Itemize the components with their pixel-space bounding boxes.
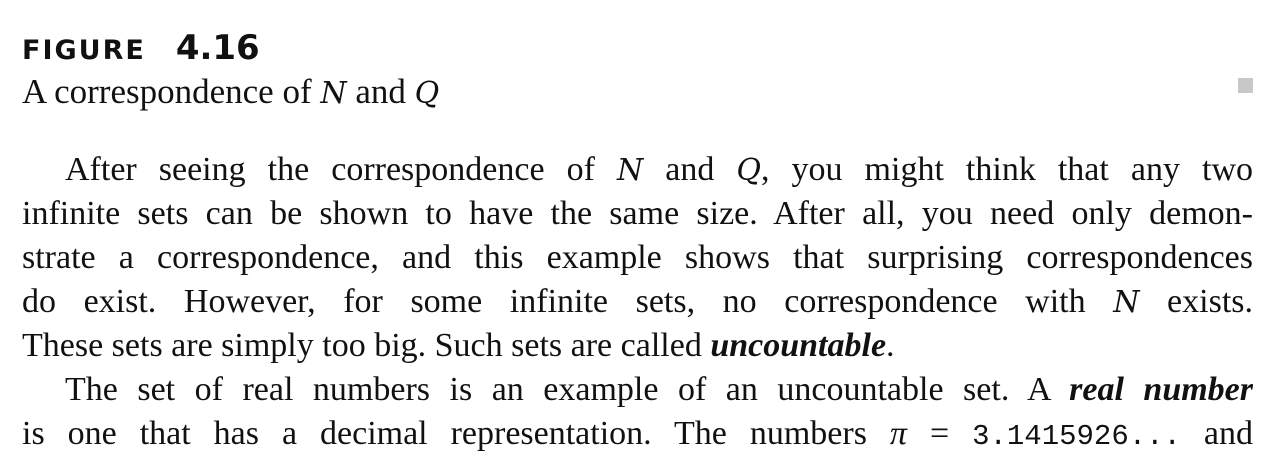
set-n-symbol: N (1113, 285, 1140, 320)
paragraph-line: infinite sets can be shown to have the s… (22, 195, 1253, 232)
pi-symbol: π (889, 415, 907, 452)
set-n-symbol: N (616, 153, 644, 188)
set-q-symbol: Q (736, 153, 761, 188)
paragraph-line: These sets are simply too big. Such sets… (22, 324, 1253, 368)
text-run: These sets are simply too big. Such sets… (22, 327, 711, 364)
text-run: is one that has a decimal representation… (22, 415, 890, 452)
set-n-symbol: N (320, 76, 347, 111)
text-run: , you might think that any two (760, 151, 1253, 188)
text-run: exists. (1139, 283, 1253, 320)
set-q-symbol: Q (414, 76, 440, 111)
body-text: After seeing the correspondence of N and… (22, 148, 1253, 456)
pi-value: 3.1415926... (972, 420, 1181, 453)
text-run: The set of real numbers is an example of… (65, 371, 1070, 408)
text-run: and (643, 151, 737, 188)
text-run: After seeing the correspondence of (65, 151, 617, 188)
text-run: . (886, 327, 895, 364)
figure-end-square-icon (1238, 78, 1253, 93)
caption-text: and (346, 72, 415, 111)
figure-heading: FIGURE 4.16 (22, 28, 260, 68)
term-uncountable: uncountable (710, 327, 887, 364)
text-run: and (1180, 415, 1253, 452)
text-run: do exist. However, for some infinite set… (22, 283, 1114, 320)
equals-sign: = (906, 415, 973, 452)
term-real-number: real number (1069, 371, 1253, 408)
paragraph-line: do exist. However, for some infinite set… (22, 280, 1253, 324)
paragraph-line: strate a correspondence, and this exampl… (22, 239, 1253, 276)
figure-number: 4.16 (175, 28, 260, 68)
paragraph-line: After seeing the correspondence of N and… (22, 148, 1253, 192)
figure-label: FIGURE (22, 35, 146, 66)
paragraph-line: The set of real numbers is an example of… (22, 368, 1253, 412)
figure-caption: A correspondence of N and Q (22, 72, 439, 112)
caption-text: A correspondence of (22, 72, 321, 111)
paragraph-line: is one that has a decimal representation… (22, 412, 1253, 456)
